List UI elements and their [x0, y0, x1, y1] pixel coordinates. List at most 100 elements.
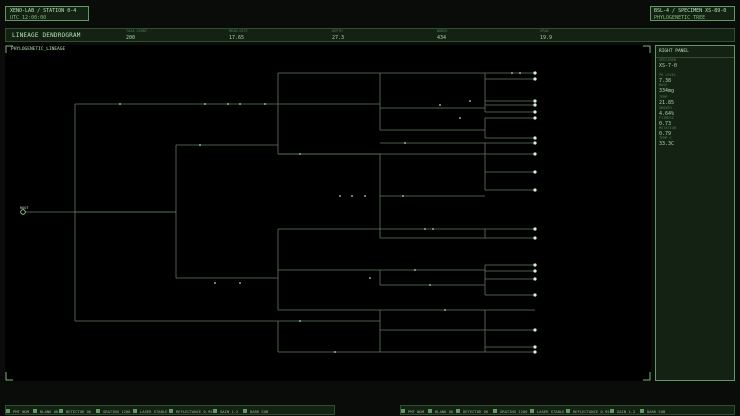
leaf-node[interactable]: [533, 99, 537, 103]
field-label: FITNESS: [659, 116, 674, 120]
status-item: DETECTOR OK: [59, 406, 91, 416]
leaf-node[interactable]: [533, 269, 537, 273]
leaf-node[interactable]: [533, 328, 537, 332]
branch-tick: [369, 277, 371, 279]
status-item: GRATING 1200: [96, 406, 130, 416]
status-indicator-icon: [610, 409, 614, 413]
status-item: LASER STABLE: [530, 406, 564, 416]
leaf-node[interactable]: [533, 152, 537, 156]
status-item: BLANK OK: [33, 406, 58, 416]
status-item: DARK SUB: [640, 406, 665, 416]
leaf-node[interactable]: [533, 136, 537, 140]
leaf-node[interactable]: [533, 71, 537, 75]
status-indicator-icon: [401, 409, 405, 413]
dendrogram-svg: ROOT: [5, 45, 651, 381]
leaf-node[interactable]: [533, 263, 537, 267]
branch-tick: [444, 309, 446, 311]
right-panel: RIGHT PANEL SPECIMEN XS-7-0 PH LEVEL 7.3…: [655, 45, 735, 381]
field-label: MUTATION: [659, 126, 676, 130]
leaf-node[interactable]: [533, 188, 537, 192]
leaf-node[interactable]: [533, 116, 537, 120]
branch-tick: [339, 195, 341, 197]
branch-tick: [199, 144, 201, 146]
status-item: DETECTOR OK: [456, 406, 488, 416]
branch-tick: [239, 103, 241, 105]
branch-tick: [299, 320, 301, 322]
branch-tick: [429, 284, 431, 286]
status-indicator-icon: [456, 409, 460, 413]
branch-tick: [299, 153, 301, 155]
leaf-node[interactable]: [533, 141, 537, 145]
branch-tick: [414, 269, 416, 271]
branch-tick: [239, 282, 241, 284]
branch-tick: [227, 103, 229, 105]
status-indicator-icon: [133, 409, 137, 413]
branch-tick: [214, 282, 216, 284]
status-indicator-icon: [6, 409, 10, 413]
leaf-node[interactable]: [533, 110, 537, 114]
branch-tick: [119, 103, 121, 105]
leaf-node[interactable]: [533, 103, 537, 107]
status-item: REFLECTANCE 0.95: [169, 406, 213, 416]
leaf-node[interactable]: [533, 277, 537, 281]
status-indicator-icon: [96, 409, 100, 413]
status-indicator-icon: [493, 409, 497, 413]
status-item: PMT NOM: [401, 406, 424, 416]
leaf-node[interactable]: [533, 77, 537, 81]
leaf-node[interactable]: [533, 170, 537, 174]
status-item: GRATING 1200: [493, 406, 527, 416]
branch-tick: [204, 103, 206, 105]
status-item: LASER STABLE: [133, 406, 167, 416]
status-indicator-icon: [213, 409, 217, 413]
branch-tick: [404, 142, 406, 144]
status-indicator-icon: [566, 409, 570, 413]
field-label: MASS: [659, 83, 668, 87]
status-indicator-icon: [243, 409, 247, 413]
status-indicator-icon: [33, 409, 37, 413]
branch-tick: [432, 228, 434, 230]
branch-tick: [519, 72, 521, 74]
branch-tick: [469, 100, 471, 102]
leaf-node[interactable]: [533, 227, 537, 231]
status-item: BLANK OK: [428, 406, 453, 416]
root-label: ROOT: [20, 206, 29, 210]
status-item: REFLECTANCE 0.95: [566, 406, 610, 416]
right-panel-title: RIGHT PANEL: [659, 49, 689, 54]
field-value: 33.3C: [659, 141, 675, 147]
status-indicator-icon: [640, 409, 644, 413]
status-item: GAIN 1.2: [610, 406, 635, 416]
field-label: PH LEVEL: [659, 73, 676, 77]
status-item: GAIN 1.2: [213, 406, 238, 416]
leaf-node[interactable]: [533, 350, 537, 354]
tree-branches: [25, 72, 535, 353]
status-indicator-icon: [428, 409, 432, 413]
branch-ticks: [119, 72, 521, 353]
branch-tick: [402, 195, 404, 197]
panel-corners: [5, 45, 651, 381]
branch-tick: [364, 195, 366, 197]
status-bar-left: PMT NOM BLANK OK DETECTOR OK GRATING 120…: [5, 405, 335, 415]
status-item: DARK SUB: [243, 406, 268, 416]
status-indicator-icon: [169, 409, 173, 413]
leaf-node[interactable]: [533, 293, 537, 297]
branch-tick: [459, 117, 461, 119]
branch-tick: [351, 195, 353, 197]
field-label: TEMP: [659, 95, 668, 99]
field-label: GROWTH: [659, 106, 672, 110]
status-bar-right: PMT NOM BLANK OK DETECTOR OK GRATING 120…: [400, 405, 735, 415]
branch-tick: [424, 228, 426, 230]
status-indicator-icon: [59, 409, 63, 413]
branch-tick: [334, 351, 336, 353]
field-value: XS-7-0: [659, 63, 678, 69]
status-item: PMT NOM: [6, 406, 29, 416]
leaf-nodes: [533, 71, 537, 354]
branch-tick: [511, 72, 513, 74]
leaf-node[interactable]: [533, 236, 537, 240]
field-value: 334mg: [659, 88, 675, 94]
field-label: TEMP C: [659, 136, 672, 140]
field-label: SPECIMEN: [659, 58, 676, 62]
leaf-node[interactable]: [533, 345, 537, 349]
branch-tick: [439, 104, 441, 106]
root-node[interactable]: [20, 209, 26, 215]
branch-tick: [264, 103, 266, 105]
